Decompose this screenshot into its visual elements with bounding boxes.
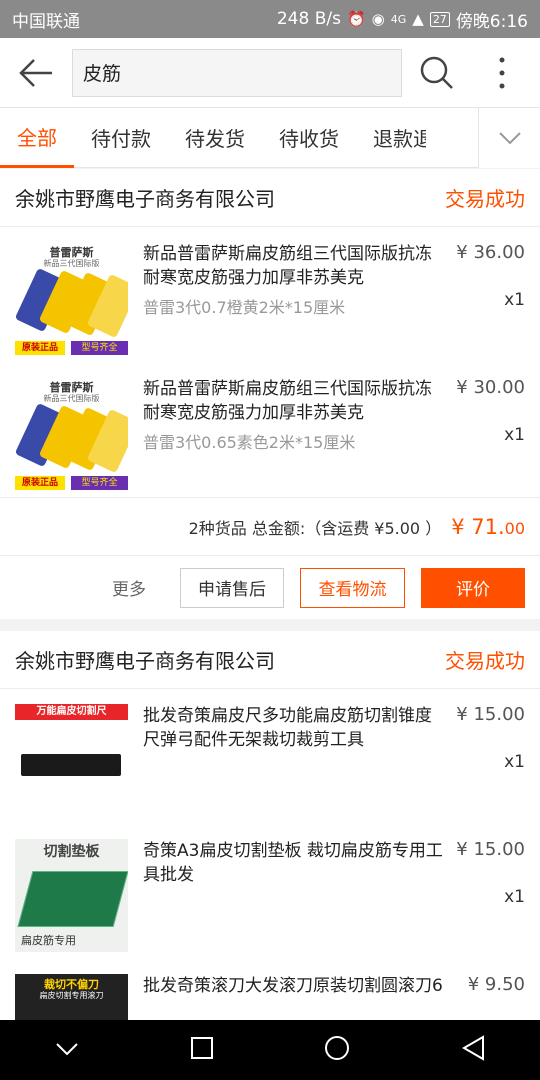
more-vertical-icon	[499, 57, 505, 88]
chevron-down-icon	[56, 1042, 78, 1055]
item-info: 新品普雷萨斯扁皮筋组三代国际版抗冻耐寒宽皮筋强力加厚非苏美克 普雷3代0.7橙黄…	[128, 242, 525, 362]
item-title: 奇策A3扁皮切割垫板 裁切扁皮筋专用工具批发	[143, 841, 443, 885]
product-thumbnail: 普雷萨斯 新品三代国际版 原装正品 型号齐全	[15, 242, 128, 355]
item-info: 奇策A3扁皮切割垫板 裁切扁皮筋专用工具批发 ¥ 15.00 x1	[128, 839, 525, 959]
search-input[interactable]: 皮筋	[72, 48, 402, 97]
order-item[interactable]: 普雷萨斯 新品三代国际版 原装正品 型号齐全 新品普雷萨斯扁皮筋组三代国际版抗冻…	[0, 227, 540, 362]
order-list: 余姚市野鹰电子商务有限公司 交易成功 普雷萨斯 新品三代国际版 原装正品 型号齐…	[0, 169, 540, 1020]
status-bar: 中国联通 248 B/s ⏰ ◉ 4G ▲ 27 傍晚6:16	[0, 0, 540, 38]
thumb-badge-genuine: 原装正品	[15, 341, 65, 355]
item-info: 批发奇策滚刀大发滚刀原装切割圆滚刀6 ¥ 9.50	[128, 974, 525, 1020]
item-title: 批发奇策扁皮尺多功能扁皮筋切割锥度尺弹弓配件无架裁切裁剪工具	[143, 706, 432, 750]
thumb-sub-text: 新品三代国际版	[43, 259, 100, 268]
item-info: 批发奇策扁皮尺多功能扁皮筋切割锥度尺弹弓配件无架裁切裁剪工具 ¥ 15.00 x…	[128, 704, 525, 824]
order-item[interactable]: 万能扁皮切割尺 批发奇策扁皮尺多功能扁皮筋切割锥度尺弹弓配件无架裁切裁剪工具 ¥…	[0, 689, 540, 824]
item-title: 新品普雷萨斯扁皮筋组三代国际版抗冻耐寒宽皮筋强力加厚非苏美克	[143, 244, 432, 288]
product-thumbnail: 切割垫板 扁皮筋专用	[15, 839, 128, 952]
order-item[interactable]: 切割垫板 扁皮筋专用 奇策A3扁皮切割垫板 裁切扁皮筋专用工具批发 ¥ 15.0…	[0, 824, 540, 959]
order-total: ¥ 71.00	[451, 515, 525, 539]
item-price: ¥ 36.00	[456, 242, 525, 263]
search-icon	[420, 56, 453, 89]
order-status: 交易成功	[445, 187, 525, 211]
network-type: 4G	[390, 12, 407, 26]
thumb-banner: 万能扁皮切割尺	[15, 704, 128, 720]
thumb-badge-models: 型号齐全	[71, 476, 128, 490]
tab-pending-payment[interactable]: 待付款	[74, 108, 168, 168]
alarm-icon: ⏰	[346, 10, 366, 28]
order-header: 余姚市野鹰电子商务有限公司 交易成功	[0, 631, 540, 689]
item-info: 新品普雷萨斯扁皮筋组三代国际版抗冻耐寒宽皮筋强力加厚非苏美克 普雷3代0.65素…	[128, 377, 525, 497]
cutting-mat-image	[17, 871, 128, 927]
battery-icon: 27	[429, 11, 450, 27]
order-summary: 2种货品 总金额:（含运费 ¥5.00 ） ¥ 71.00	[0, 497, 540, 555]
order-item[interactable]: 普雷萨斯 新品三代国际版 原装正品 型号齐全 新品普雷萨斯扁皮筋组三代国际版抗冻…	[0, 362, 540, 497]
tab-refund[interactable]: 退款退	[356, 108, 426, 168]
overflow-menu-button[interactable]	[472, 38, 532, 108]
thumb-sub-text: 新品三代国际版	[43, 394, 100, 403]
signal-icon: ▲	[412, 10, 424, 28]
arrow-left-icon	[19, 58, 52, 87]
triangle-back-icon	[461, 1035, 484, 1061]
order-header: 余姚市野鹰电子商务有限公司 交易成功	[0, 169, 540, 227]
order-status: 交易成功	[445, 649, 525, 673]
shop-name[interactable]: 余姚市野鹰电子商务有限公司	[15, 645, 275, 674]
tab-pending-receipt[interactable]: 待收货	[262, 108, 356, 168]
order-total-main: ¥ 71.	[451, 514, 505, 539]
tab-all[interactable]: 全部	[0, 108, 74, 168]
nav-back-button[interactable]	[461, 1035, 485, 1065]
review-button[interactable]: 评价	[421, 567, 525, 608]
tabs-expand-button[interactable]	[478, 108, 540, 168]
square-recents-icon	[190, 1037, 213, 1059]
order-tabs: 全部 待付款 待发货 待收货 退款退	[0, 108, 540, 168]
order-card: 余姚市野鹰电子商务有限公司 交易成功 万能扁皮切割尺 批发奇策扁皮尺多功能扁皮筋…	[0, 631, 540, 1020]
nav-home-button[interactable]	[324, 1035, 350, 1065]
item-title: 批发奇策滚刀大发滚刀原装切割圆滚刀6	[143, 976, 443, 996]
order-total-cents: 00	[504, 518, 525, 538]
more-actions-link[interactable]: 更多	[112, 575, 146, 600]
system-nav-bar	[0, 1020, 540, 1080]
thumb-badge-models: 型号齐全	[71, 341, 128, 355]
shop-name[interactable]: 余姚市野鹰电子商务有限公司	[15, 183, 275, 212]
tab-pending-shipment[interactable]: 待发货	[168, 108, 262, 168]
nav-hide-button[interactable]	[55, 1041, 79, 1060]
nav-recents-button[interactable]	[190, 1036, 214, 1064]
chevron-down-icon	[498, 132, 521, 145]
item-title: 新品普雷萨斯扁皮筋组三代国际版抗冻耐寒宽皮筋强力加厚非苏美克	[143, 379, 432, 423]
item-sku: 普雷3代0.7橙黄2米*15厘米	[143, 298, 346, 317]
search-button[interactable]	[402, 38, 472, 108]
product-thumbnail: 裁切不偏刀 扁皮切割专用滚刀	[15, 974, 128, 1020]
view-logistics-button[interactable]: 查看物流	[300, 567, 405, 608]
item-quantity: x1	[504, 425, 525, 445]
order-item[interactable]: 裁切不偏刀 扁皮切割专用滚刀 批发奇策滚刀大发滚刀原装切割圆滚刀6 ¥ 9.50	[0, 959, 540, 1020]
thumb-badge-genuine: 原装正品	[15, 476, 65, 490]
item-price: ¥ 15.00	[456, 839, 525, 860]
network-speed: 248 B/s	[276, 9, 341, 29]
circle-home-icon	[325, 1036, 350, 1060]
item-price: ¥ 9.50	[467, 974, 525, 995]
top-bar: 皮筋	[0, 38, 540, 108]
item-quantity: x1	[504, 752, 525, 772]
thumb-sub-text: 扁皮切割专用滚刀	[39, 991, 104, 1000]
item-sku: 普雷3代0.65素色2米*15厘米	[143, 433, 356, 452]
thumb-title: 切割垫板	[43, 844, 100, 860]
order-summary-text: 2种货品 总金额:（含运费 ¥5.00 ）	[188, 518, 442, 538]
item-quantity: x1	[504, 887, 525, 907]
item-quantity: x1	[504, 290, 525, 310]
eye-icon: ◉	[371, 10, 385, 28]
clock: 傍晚6:16	[455, 11, 528, 32]
product-thumbnail: 万能扁皮切割尺	[15, 704, 128, 817]
order-card: 余姚市野鹰电子商务有限公司 交易成功 普雷萨斯 新品三代国际版 原装正品 型号齐…	[0, 169, 540, 619]
carrier-label: 中国联通	[12, 11, 80, 32]
thumb-caption: 扁皮筋专用	[21, 934, 76, 947]
item-price: ¥ 15.00	[456, 704, 525, 725]
ruler-image	[21, 754, 121, 776]
product-thumbnail: 普雷萨斯 新品三代国际版 原装正品 型号齐全	[15, 377, 128, 490]
order-actions: 更多 申请售后 查看物流 评价	[0, 555, 540, 619]
apply-after-sale-button[interactable]: 申请售后	[180, 567, 284, 608]
back-button[interactable]	[0, 38, 72, 108]
item-price: ¥ 30.00	[456, 377, 525, 398]
